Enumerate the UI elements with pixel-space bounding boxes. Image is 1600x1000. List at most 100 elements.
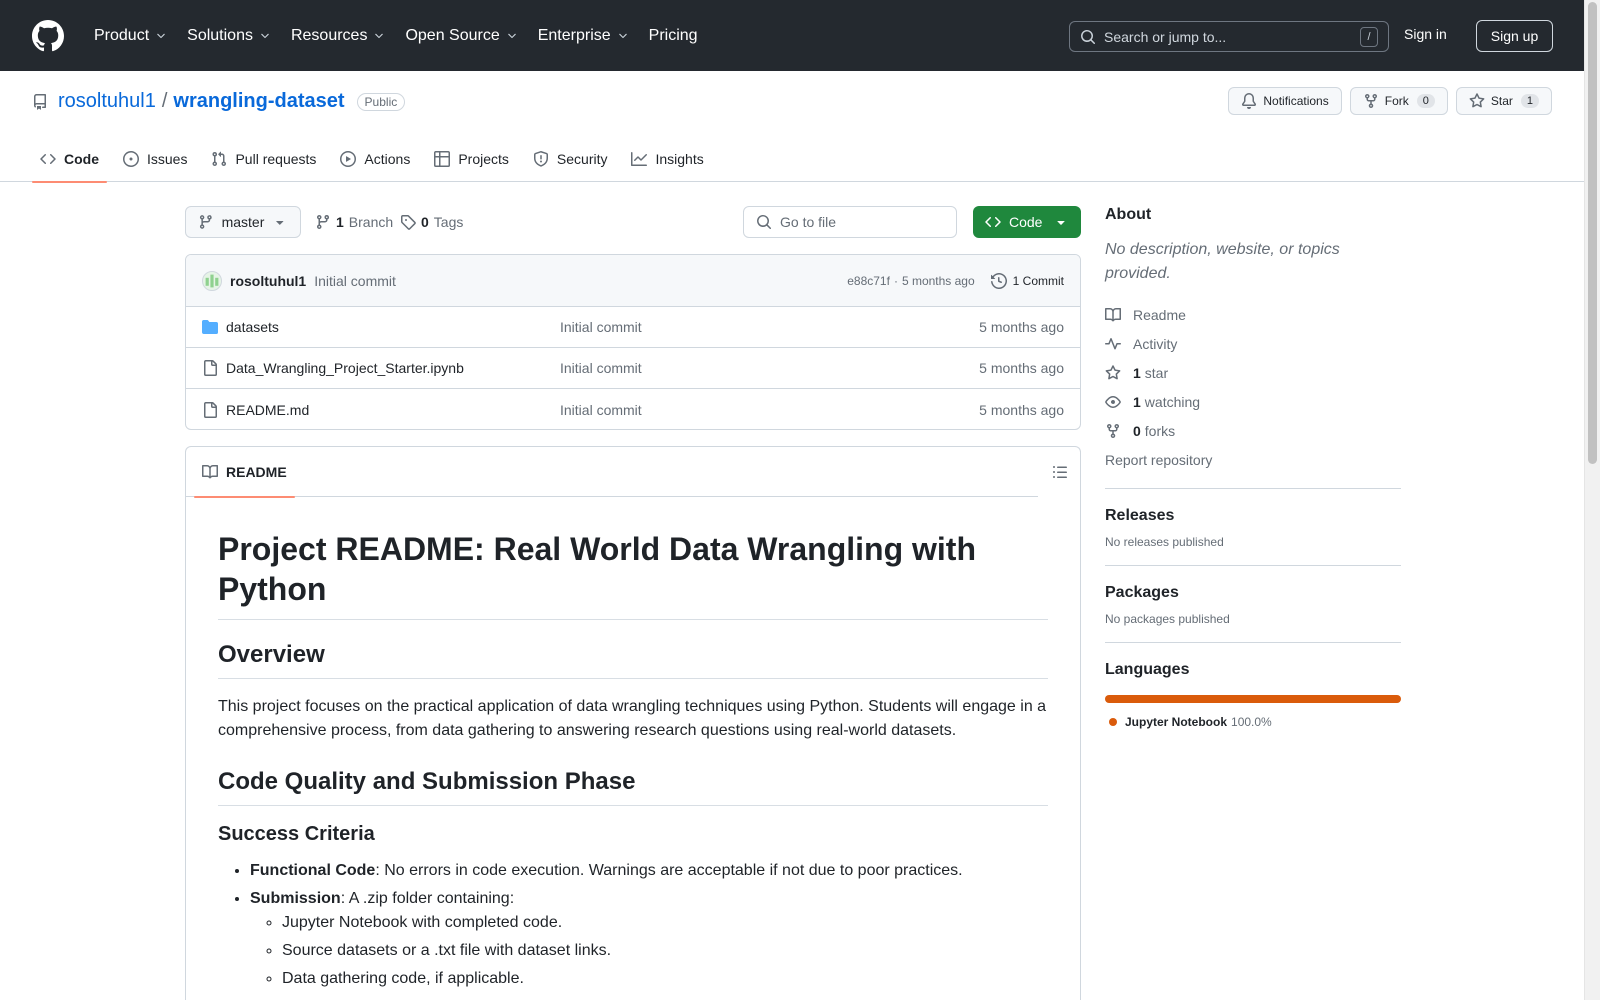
fork-button[interactable]: Fork 0 — [1349, 87, 1448, 115]
fork-icon — [1364, 94, 1377, 109]
sign-up-button[interactable]: Sign up — [1476, 20, 1553, 52]
heading-success-criteria: Success Criteria — [218, 823, 375, 845]
eye-icon — [1105, 395, 1121, 408]
tab-actions[interactable]: Actions — [332, 136, 418, 182]
repo-actions: Notifications Fork 0 Star 1 — [1228, 87, 1552, 115]
file-icon — [204, 360, 217, 376]
tab-projects[interactable]: Projects — [426, 136, 517, 182]
graph-icon — [631, 152, 648, 166]
caret-down-icon — [276, 221, 284, 225]
file-commit-link[interactable]: Initial commit — [560, 319, 642, 335]
notifications-button[interactable]: Notifications — [1228, 87, 1342, 115]
file-age: 5 months ago — [979, 401, 1064, 418]
avatar[interactable] — [202, 270, 222, 291]
page-scrollbar[interactable] — [1584, 0, 1600, 1000]
sign-in-link[interactable]: Sign in — [1404, 26, 1447, 42]
bell-icon — [1242, 93, 1257, 109]
file-commit-link[interactable]: Initial commit — [560, 360, 642, 376]
repo-header: rosoltuhul1 / wrangling-dataset Public N… — [0, 71, 1584, 183]
nav-pricing[interactable]: Pricing — [641, 19, 706, 53]
table-icon — [434, 151, 451, 167]
tab-insights[interactable]: Insights — [623, 136, 711, 182]
chevron-down-icon — [507, 33, 516, 38]
visibility-badge: Public — [356, 92, 406, 111]
repo-owner-link[interactable]: rosoltuhul1 — [58, 90, 156, 113]
tab-security[interactable]: Security — [525, 136, 616, 182]
file-icon — [204, 401, 217, 418]
file-row-readme[interactable]: README.md Initial commit 5 months ago — [186, 389, 1080, 429]
branch-name: master — [221, 214, 265, 230]
criteria-list: Functional Code: No errors in code execu… — [218, 859, 1048, 991]
packages-empty-text: No packages published — [1105, 612, 1230, 626]
github-logo-icon[interactable] — [32, 19, 64, 52]
global-nav: Product Solutions Resources Open Source … — [86, 19, 706, 53]
tab-pull-requests[interactable]: Pull requests — [203, 136, 324, 182]
file-name-link[interactable]: datasets — [226, 319, 279, 335]
commit-meta: e88c71f · 5 months ago 1 Commit — [847, 255, 1064, 307]
star-button[interactable]: Star 1 — [1455, 87, 1552, 115]
commit-hash-link[interactable]: e88c71f — [847, 274, 890, 288]
nav-solutions[interactable]: Solutions — [179, 19, 279, 53]
languages-section: Languages Jupyter Notebook 100.0% — [1105, 642, 1401, 729]
stars-link[interactable]: 1 star — [1105, 358, 1401, 387]
commits-history-link[interactable]: 1 Commit — [990, 273, 1064, 289]
activity-link[interactable]: Activity — [1105, 329, 1401, 358]
file-row-datasets[interactable]: datasets Initial commit 5 months ago — [186, 307, 1080, 348]
commit-author-link[interactable]: rosoltuhul1 — [230, 273, 306, 289]
tab-issues[interactable]: Issues — [115, 136, 195, 182]
chevron-down-icon — [157, 33, 165, 38]
file-row-notebook[interactable]: Data_Wrangling_Project_Starter.ipynb Ini… — [186, 348, 1080, 389]
language-color-dot — [1109, 718, 1117, 726]
list-item: Submission: A .zip folder containing: Ju… — [250, 887, 1048, 991]
repo-icon — [34, 93, 46, 110]
star-icon — [1469, 93, 1485, 108]
report-repository-link[interactable]: Report repository — [1105, 445, 1401, 474]
readme-link[interactable]: Readme — [1105, 300, 1401, 329]
forks-link[interactable]: 0 forks — [1105, 416, 1401, 445]
watching-link[interactable]: 1 watching — [1105, 387, 1401, 416]
search-input[interactable]: Search or jump to... / — [1069, 21, 1389, 52]
nav-open-source[interactable]: Open Source — [397, 19, 525, 53]
about-description: No description, website, or topics provi… — [1105, 241, 1340, 282]
releases-heading[interactable]: Releases — [1105, 507, 1401, 525]
commit-message-link[interactable]: Initial commit — [314, 273, 396, 289]
repo-name-link[interactable]: wrangling-dataset — [173, 90, 344, 113]
file-toolbar: master 1 Branch 0 Tags Go to file Code — [185, 206, 1081, 238]
branch-selector[interactable]: master — [185, 206, 301, 238]
search-shortcut-hint: / — [1360, 26, 1378, 47]
language-item[interactable]: Jupyter Notebook 100.0% — [1105, 715, 1401, 729]
list-item: Data gathering code, if applicable. — [282, 967, 1048, 991]
commit-age: 5 months ago — [901, 274, 975, 288]
tags-link[interactable]: 0 Tags — [400, 206, 463, 238]
history-icon — [990, 273, 1007, 289]
releases-section: Releases No releases published — [1105, 488, 1401, 565]
file-commit-link[interactable]: Initial commit — [560, 402, 642, 418]
tab-code[interactable]: Code — [32, 136, 107, 183]
star-icon — [1105, 364, 1121, 379]
heading-code-quality: Code Quality and Submission Phase — [218, 767, 1048, 806]
tab-readme[interactable]: README — [194, 447, 295, 498]
nav-resources[interactable]: Resources — [283, 19, 393, 53]
heading-overview: Overview — [218, 640, 1048, 679]
scrollbar-thumb[interactable] — [1588, 2, 1597, 464]
file-age: 5 months ago — [979, 319, 1064, 335]
file-name-link[interactable]: README.md — [226, 402, 309, 418]
branch-icon — [316, 215, 329, 230]
nav-product[interactable]: Product — [86, 19, 175, 53]
file-age: 5 months ago — [979, 360, 1064, 376]
packages-heading[interactable]: Packages — [1105, 584, 1401, 602]
shield-icon — [533, 151, 548, 167]
go-to-file-input[interactable]: Go to file — [743, 206, 957, 238]
file-name-link[interactable]: Data_Wrangling_Project_Starter.ipynb — [226, 360, 464, 376]
tag-icon — [401, 215, 416, 230]
pull-request-icon — [212, 151, 227, 167]
branches-link[interactable]: 1 Branch — [315, 206, 393, 238]
nav-enterprise[interactable]: Enterprise — [530, 19, 637, 53]
code-dropdown-button[interactable]: Code — [973, 206, 1081, 238]
list-outline-icon[interactable] — [1052, 464, 1068, 480]
about-heading: About — [1105, 206, 1152, 223]
global-header: Product Solutions Resources Open Source … — [0, 0, 1584, 71]
branch-icon — [199, 215, 212, 229]
search-icon — [1081, 29, 1096, 44]
file-browser: rosoltuhul1 Initial commit e88c71f · 5 m… — [185, 254, 1081, 430]
